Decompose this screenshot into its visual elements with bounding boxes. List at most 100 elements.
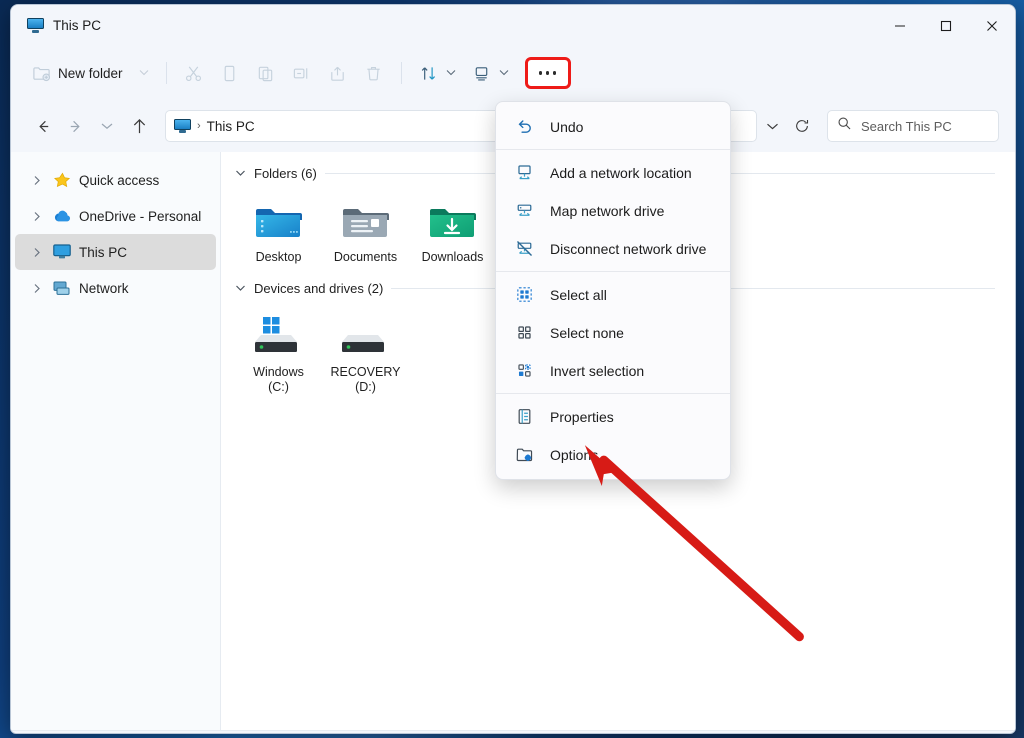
back-button[interactable]: [27, 110, 59, 142]
tile-documents[interactable]: Documents: [322, 187, 409, 273]
menu-item-add-a-network-location[interactable]: Add a network location: [500, 154, 726, 191]
ellipsis-icon: [538, 71, 557, 75]
see-more-button[interactable]: [524, 57, 571, 89]
copy-button[interactable]: [212, 56, 248, 90]
scissors-icon: [184, 63, 204, 83]
toolbar-divider: [165, 62, 167, 84]
search-icon: [837, 116, 852, 136]
sort-button[interactable]: [411, 56, 464, 90]
sidebar-label: This PC: [79, 244, 128, 260]
star-icon: [53, 171, 71, 189]
sort-arrows-icon: [419, 63, 439, 83]
folder-downloads-icon: [411, 193, 494, 245]
chevron-down-icon: [139, 69, 149, 78]
drive-icon: [324, 308, 407, 360]
breadcrumb-item-this-pc[interactable]: This PC: [207, 119, 255, 134]
menu-item-undo[interactable]: Undo: [500, 108, 726, 145]
this-pc-icon: [27, 18, 44, 33]
tile-windows-c[interactable]: Windows (C:): [235, 302, 322, 403]
rename-button[interactable]: [284, 56, 320, 90]
cut-button[interactable]: [176, 56, 212, 90]
chevron-down-icon: [446, 69, 456, 78]
this-pc-icon: [53, 243, 71, 261]
copy-icon: [220, 63, 240, 83]
recent-locations-button[interactable]: [91, 110, 123, 142]
chevron-right-icon[interactable]: [29, 211, 45, 222]
window-title: This PC: [53, 18, 102, 33]
tile-label-line2: (D:): [355, 380, 376, 394]
toolbar-divider-2: [400, 62, 402, 84]
paste-button[interactable]: [248, 56, 284, 90]
see-more-context-menu: Undo Add a network location Map network …: [495, 101, 731, 480]
new-folder-icon: [31, 63, 51, 83]
trash-icon: [364, 63, 384, 83]
tile-downloads[interactable]: Downloads: [409, 187, 496, 273]
sidebar-item-network[interactable]: Network: [15, 270, 216, 306]
menu-item-properties[interactable]: Properties: [500, 398, 726, 435]
new-folder-button[interactable]: New folder: [23, 56, 131, 90]
new-folder-dropdown[interactable]: [131, 56, 157, 90]
chevron-right-icon[interactable]: [29, 283, 45, 294]
sidebar-label: Network: [79, 280, 129, 296]
delete-button[interactable]: [356, 56, 392, 90]
options-icon: [514, 445, 534, 465]
share-button[interactable]: [320, 56, 356, 90]
tile-label-line1: RECOVERY: [330, 365, 401, 379]
tile-label-line2: (C:): [268, 380, 289, 394]
tile-desktop[interactable]: Desktop: [235, 187, 322, 273]
status-bar: 8 items: [11, 730, 1015, 733]
drive-windows-icon: [237, 308, 320, 360]
select-all-icon: [514, 285, 534, 305]
forward-button[interactable]: [59, 110, 91, 142]
view-button[interactable]: [464, 56, 517, 90]
folder-desktop-icon: [237, 193, 320, 245]
properties-icon: [514, 407, 534, 427]
menu-item-select-all[interactable]: Select all: [500, 276, 726, 313]
refresh-button[interactable]: [787, 111, 817, 141]
chevron-down-icon[interactable]: [235, 168, 246, 180]
sidebar-item-quick-access[interactable]: Quick access: [15, 162, 216, 198]
menu-item-disconnect-network-drive[interactable]: Disconnect network drive: [500, 230, 726, 267]
maximize-button[interactable]: [923, 5, 969, 46]
select-none-icon: [514, 323, 534, 343]
network-icon: [53, 279, 71, 297]
onedrive-icon: [53, 207, 71, 225]
minimize-button[interactable]: [877, 5, 923, 46]
menu-item-label: Undo: [550, 118, 584, 135]
chevron-down-icon[interactable]: [235, 283, 246, 295]
sidebar-label: Quick access: [79, 172, 160, 188]
window-controls: [877, 5, 1015, 46]
invert-selection-icon: [514, 361, 534, 381]
menu-item-label: Select all: [550, 286, 607, 303]
sidebar-item-onedrive[interactable]: OneDrive - Personal: [15, 198, 216, 234]
menu-item-map-network-drive[interactable]: Map network drive: [500, 192, 726, 229]
chevron-right-icon[interactable]: [29, 175, 45, 186]
group-title: Folders (6): [254, 166, 317, 181]
menu-item-invert-selection[interactable]: Invert selection: [500, 352, 726, 389]
close-button[interactable]: [969, 5, 1015, 46]
search-placeholder: Search This PC: [861, 118, 952, 134]
up-button[interactable]: [123, 110, 155, 142]
menu-item-label: Invert selection: [550, 362, 645, 379]
map-network-drive-icon: [514, 201, 534, 221]
title-bar: This PC: [11, 5, 1015, 46]
this-pc-icon: [174, 118, 191, 134]
rename-icon: [292, 63, 312, 83]
folder-documents-icon: [324, 193, 407, 245]
navigation-pane: Quick access OneDrive - Personal This PC…: [11, 152, 221, 730]
search-input[interactable]: Search This PC: [827, 110, 999, 142]
new-folder-label: New folder: [58, 65, 123, 81]
tile-recovery-d[interactable]: RECOVERY (D:): [322, 302, 409, 403]
add-network-location-icon: [514, 163, 534, 183]
menu-item-select-none[interactable]: Select none: [500, 314, 726, 351]
chevron-right-icon[interactable]: [29, 247, 45, 258]
menu-item-options[interactable]: Options: [500, 436, 726, 473]
menu-item-label: Map network drive: [550, 202, 665, 219]
address-dropdown-button[interactable]: [757, 111, 787, 141]
group-title: Devices and drives (2): [254, 281, 384, 296]
menu-separator: [496, 393, 730, 394]
sidebar-item-this-pc[interactable]: This PC: [15, 234, 216, 270]
command-toolbar: New folder: [11, 46, 1015, 100]
menu-item-label: Disconnect network drive: [550, 240, 707, 257]
menu-item-label: Add a network location: [550, 164, 692, 181]
